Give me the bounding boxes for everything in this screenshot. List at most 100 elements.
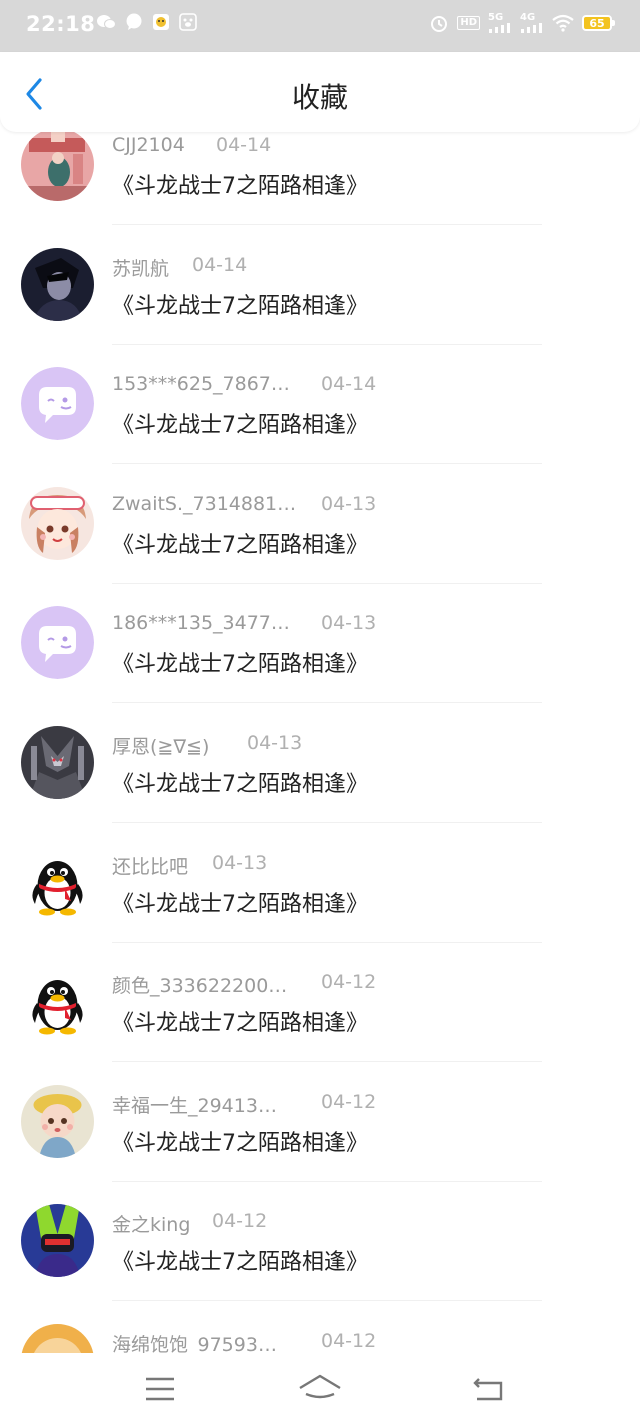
item-meta: 苏凯航 04-14 (112, 254, 247, 281)
work-title[interactable]: 《斗龙战士7之陌路相逢》 (112, 1125, 368, 1157)
item-meta: 还比比吧 04-13 (112, 852, 267, 879)
work-title[interactable]: 《斗龙战士7之陌路相逢》 (112, 407, 368, 439)
list-item[interactable]: 还比比吧 04-13 《斗龙战士7之陌路相逢》 (0, 844, 640, 964)
user-avatar[interactable] (21, 606, 94, 680)
user-avatar[interactable] (21, 845, 94, 919)
item-meta: 金之king 04-12 (112, 1210, 267, 1237)
wifi-icon (552, 14, 574, 32)
alarm-icon (429, 13, 449, 33)
battery-icon: 65 (582, 15, 615, 31)
back-icon (473, 1378, 503, 1401)
user-avatar[interactable] (21, 965, 94, 1039)
user-avatar[interactable] (21, 486, 94, 560)
item-meta: 幸福一生_29413… 04-12 (112, 1091, 376, 1118)
item-date: 04-12 (321, 1090, 377, 1113)
user-name[interactable]: CJJ2104 (112, 134, 185, 156)
item-date: 04-14 (321, 373, 377, 396)
message-icon (125, 13, 143, 31)
row-divider (112, 582, 542, 584)
user-name[interactable]: ZwaitS._7314881… (112, 493, 296, 515)
work-title[interactable]: 《斗龙战士7之陌路相逢》 (112, 168, 368, 200)
user-name[interactable]: 厚恩(≧∇≦) (112, 732, 209, 759)
hd-voice-icon: HD (457, 16, 480, 30)
item-meta: ZwaitS._7314881… 04-13 (112, 493, 376, 515)
status-time: 22:18 (26, 12, 96, 36)
back-nav-button[interactable] (458, 1371, 518, 1407)
page-title: 收藏 (291, 81, 348, 114)
user-avatar[interactable] (21, 1324, 94, 1353)
user-avatar[interactable] (21, 1204, 94, 1278)
list-item[interactable]: 厚恩(≧∇≦) 04-13 《斗龙战士7之陌路相逢》 (0, 724, 640, 844)
home-button[interactable] (290, 1371, 350, 1407)
work-title[interactable]: 《斗龙战士7之陌路相逢》 (112, 646, 368, 678)
item-date: 04-14 (192, 253, 248, 276)
status-bar: 22:18 HD 5G 4G 65 (0, 0, 640, 52)
user-avatar[interactable] (21, 1084, 94, 1158)
wechat-icon (96, 14, 116, 30)
user-name[interactable]: 186***135_3477… (112, 612, 290, 634)
menu-button[interactable] (130, 1371, 190, 1407)
item-date: 04-14 (216, 134, 272, 156)
menu-icon (146, 1377, 174, 1401)
item-meta: 186***135_3477… 04-13 (112, 612, 376, 634)
user-avatar[interactable] (21, 247, 94, 321)
row-divider (112, 224, 542, 225)
user-avatar[interactable] (21, 726, 94, 799)
item-meta: CJJ2104 04-14 (112, 134, 271, 156)
list-item[interactable]: 海绵饱饱_97593… 04-12 (0, 1322, 640, 1353)
list-item[interactable]: CJJ2104 04-14 《斗龙战士7之陌路相逢》 (0, 132, 640, 246)
work-title[interactable]: 《斗龙战士7之陌路相逢》 (112, 766, 368, 798)
item-date: 04-13 (212, 851, 268, 874)
hd-label: HD (457, 16, 480, 30)
row-divider (112, 463, 542, 465)
item-meta: 颜色_333622200… 04-12 (112, 971, 376, 998)
item-date: 04-13 (321, 492, 377, 515)
item-date: 04-12 (212, 1210, 268, 1233)
header-bar: 收藏 (0, 52, 640, 132)
list-item[interactable]: 153***625_7867… 04-14 《斗龙战士7之陌路相逢》 (0, 365, 640, 485)
list-item[interactable]: 苏凯航 04-14 《斗龙战士7之陌路相逢》 (0, 246, 640, 366)
work-title[interactable]: 《斗龙战士7之陌路相逢》 (112, 1244, 368, 1276)
signal-4g-icon: 4G (520, 13, 544, 33)
list-item[interactable]: ZwaitS._7314881… 04-13 《斗龙战士7之陌路相逢》 (0, 485, 640, 605)
user-name[interactable]: 苏凯航 (112, 254, 169, 281)
user-name[interactable]: 153***625_7867… (112, 373, 290, 395)
network-4g-label: 4G (520, 12, 536, 23)
system-icons: HD 5G 4G 65 (429, 13, 615, 33)
home-icon (299, 1374, 341, 1399)
row-divider (112, 702, 542, 704)
item-date: 04-12 (321, 1330, 377, 1352)
user-name[interactable]: 颜色_333622200… (112, 971, 287, 998)
item-date: 04-13 (247, 732, 303, 754)
battery-level: 65 (589, 16, 605, 30)
list-item[interactable]: 186***135_3477… 04-13 《斗龙战士7之陌路相逢》 (0, 604, 640, 724)
user-name[interactable]: 还比比吧 (112, 852, 188, 879)
item-date: 04-13 (321, 612, 377, 635)
user-name[interactable]: 幸福一生_29413… (112, 1091, 277, 1118)
user-name[interactable]: 金之king (112, 1210, 190, 1237)
list-item[interactable]: 颜色_333622200… 04-12 《斗龙战士7之陌路相逢》 (0, 963, 640, 1083)
user-avatar[interactable] (21, 132, 94, 201)
user-name[interactable]: 海绵饱饱_97593… (112, 1330, 277, 1353)
row-divider (112, 941, 542, 943)
item-meta: 海绵饱饱_97593… 04-12 (112, 1330, 376, 1353)
item-meta: 厚恩(≧∇≦) 04-13 (112, 732, 302, 759)
item-meta: 153***625_7867… 04-14 (112, 373, 376, 395)
work-title[interactable]: 《斗龙战士7之陌路相逢》 (112, 527, 368, 559)
row-divider (112, 1180, 542, 1182)
list-item[interactable]: 金之king 04-12 《斗龙战士7之陌路相逢》 (0, 1202, 640, 1322)
favorites-list[interactable]: CJJ2104 04-14 《斗龙战士7之陌路相逢》 苏凯航 04-14 《斗龙战士7之陌… (0, 132, 640, 1353)
work-title[interactable]: 《斗龙战士7之陌路相逢》 (112, 288, 368, 320)
paw-app-icon (179, 13, 197, 31)
work-title[interactable]: 《斗龙战士7之陌路相逢》 (112, 1005, 368, 1037)
user-avatar[interactable] (21, 367, 94, 441)
signal-5g-icon: 5G (488, 13, 512, 33)
row-divider (112, 1300, 542, 1302)
row-divider (112, 343, 542, 345)
work-title[interactable]: 《斗龙战士7之陌路相逢》 (112, 886, 368, 918)
row-divider (112, 822, 542, 823)
list-item[interactable]: 幸福一生_29413… 04-12 《斗龙战士7之陌路相逢》 (0, 1083, 640, 1203)
app-notification-icon (152, 13, 170, 31)
system-nav-bar (0, 1353, 640, 1427)
item-date: 04-12 (321, 971, 377, 994)
